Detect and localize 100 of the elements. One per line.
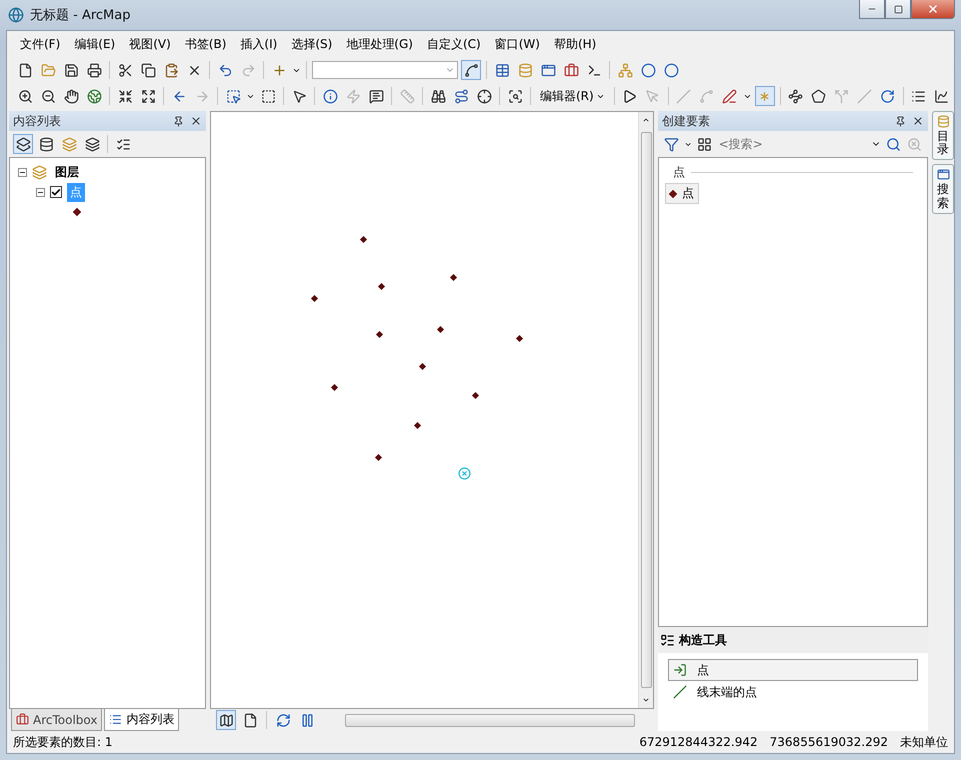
- map-point[interactable]: [516, 334, 524, 342]
- menu-item[interactable]: 视图(V): [122, 36, 178, 52]
- panel-tab[interactable]: ArcToolbox: [11, 709, 102, 731]
- search-window-icon: [540, 62, 556, 78]
- minimize-button[interactable]: [859, 0, 885, 19]
- menu-item[interactable]: 帮助(H): [546, 36, 604, 52]
- construction-tool[interactable]: 点: [668, 659, 918, 681]
- magnifier-icon: [508, 88, 522, 104]
- binoculars-icon: [430, 88, 446, 104]
- layers-icon: [32, 164, 47, 180]
- data-view-button[interactable]: [216, 710, 236, 730]
- lightning-icon: [346, 88, 360, 104]
- map-point[interactable]: [418, 362, 426, 370]
- side-tab[interactable]: 搜索: [932, 164, 954, 214]
- shrink-icon: [118, 88, 132, 104]
- refresh-icon: [276, 712, 290, 728]
- map-point[interactable]: [414, 422, 422, 430]
- sketch-icon: [722, 88, 738, 104]
- map-point[interactable]: [310, 294, 318, 302]
- layer-group-name[interactable]: 图层: [52, 162, 82, 182]
- map-point[interactable]: [376, 330, 384, 338]
- menu-item[interactable]: 插入(I): [233, 36, 284, 52]
- pause-icon: [300, 712, 314, 728]
- vertical-scrollbar[interactable]: [638, 112, 653, 708]
- close-icon[interactable]: [912, 115, 924, 127]
- panel-title: 创建要素: [662, 112, 711, 130]
- menu-item[interactable]: 选择(S): [284, 36, 340, 52]
- panel-tab[interactable]: 内容列表: [104, 709, 180, 731]
- print-icon: [86, 62, 102, 78]
- toolbox-icon: [564, 62, 578, 78]
- menu-item[interactable]: 书签(B): [178, 36, 234, 52]
- menu-item[interactable]: 编辑(E): [67, 36, 122, 52]
- map-point[interactable]: [374, 454, 382, 462]
- map-point[interactable]: [450, 274, 458, 282]
- undo-icon: [218, 62, 232, 78]
- cut-polygon-icon: [857, 88, 872, 104]
- add-data-icon: [272, 62, 286, 78]
- zoom-in-icon: [18, 88, 32, 104]
- filter-icon: [664, 136, 679, 152]
- map-point[interactable]: [378, 282, 386, 290]
- app-icon: [8, 7, 24, 23]
- options-icon: [116, 136, 130, 152]
- table-icon: [494, 62, 510, 78]
- y-coordinate: 736855619032.292: [770, 735, 888, 749]
- side-tab[interactable]: 目录: [932, 111, 954, 160]
- rotate-icon: [880, 88, 896, 104]
- globe-icon: [86, 88, 102, 104]
- layout-view-icon: [242, 712, 258, 728]
- collapse-toggle[interactable]: [18, 168, 27, 176]
- pin-icon[interactable]: [173, 116, 184, 126]
- menu-item[interactable]: 地理处理(G): [339, 36, 420, 52]
- catalog-icon: [518, 62, 532, 78]
- zoom-out-icon: [40, 88, 56, 104]
- collapse-toggle[interactable]: [36, 188, 45, 196]
- curve-icon: [699, 88, 714, 104]
- window-icon: [936, 168, 950, 182]
- sketch-properties-icon: [934, 88, 950, 104]
- cut-icon: [118, 62, 132, 78]
- menu-item[interactable]: 文件(F): [13, 36, 68, 52]
- search-field[interactable]: <搜索>: [716, 136, 871, 152]
- close-icon[interactable]: [190, 115, 202, 127]
- scroll-up-icon[interactable]: [642, 116, 650, 124]
- attributes-icon: [911, 88, 926, 104]
- popup-icon: [368, 88, 384, 104]
- menu-item[interactable]: 自定义(C): [420, 36, 488, 52]
- maximize-button[interactable]: [885, 0, 911, 19]
- toolbox-icon: [16, 713, 29, 726]
- clear-search-icon: [907, 136, 922, 152]
- feature-template[interactable]: 点: [665, 183, 699, 204]
- select-features-icon: [226, 88, 240, 104]
- editor-menu[interactable]: 编辑器(R): [536, 88, 609, 104]
- maximize-icon: [894, 4, 902, 14]
- pan-icon: [64, 88, 78, 104]
- save-icon: [64, 62, 78, 78]
- editor-toolbar-icon: [464, 62, 478, 78]
- map-point[interactable]: [360, 236, 368, 244]
- construction-tool[interactable]: 线末端的点: [668, 681, 918, 703]
- circle-icon: [640, 62, 656, 78]
- scroll-down-icon[interactable]: [642, 696, 650, 704]
- new-file-icon: [18, 62, 32, 78]
- circle-icon: [664, 62, 678, 78]
- forward-icon: [194, 88, 210, 104]
- measure-icon: [400, 88, 414, 104]
- map-point[interactable]: [472, 392, 480, 400]
- layer-checkbox[interactable]: [50, 186, 62, 198]
- map-point[interactable]: [436, 326, 444, 334]
- redo-icon: [240, 62, 256, 78]
- editor-toolbar-button[interactable]: [461, 60, 481, 80]
- status-message: 所选要素的数目: 1: [13, 734, 114, 750]
- menu-item[interactable]: 窗口(W): [488, 36, 547, 52]
- group-title: 点: [673, 164, 685, 181]
- route-icon: [454, 88, 468, 104]
- clear-selection-icon: [260, 88, 276, 104]
- vertices-icon: [788, 88, 804, 104]
- line-icon: [673, 685, 687, 699]
- close-button[interactable]: [911, 0, 955, 19]
- point-symbol: [72, 208, 82, 216]
- map-point[interactable]: [330, 384, 338, 392]
- units-label: 未知单位: [900, 734, 948, 750]
- pin-icon[interactable]: [895, 116, 906, 126]
